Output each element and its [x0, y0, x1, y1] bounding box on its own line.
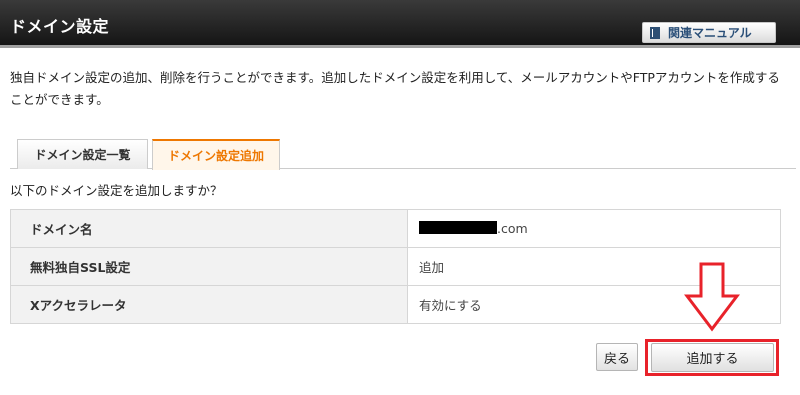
tab-domain-add[interactable]: ドメイン設定追加 [152, 139, 280, 170]
add-button[interactable]: 追加する [651, 343, 774, 372]
down-arrow-icon [684, 262, 740, 332]
tab-domain-list[interactable]: ドメイン設定一覧 [17, 139, 148, 169]
domain-tld: .com [497, 221, 528, 236]
confirm-message: 以下のドメイン設定を追加しますか？ [10, 183, 223, 198]
domain-name-value: .com [407, 209, 781, 248]
table-row: Xアクセラレータ 有効にする [10, 285, 781, 324]
back-button[interactable]: 戻る [596, 343, 638, 371]
table-row: 無料独自SSL設定 追加 [10, 247, 781, 286]
related-manual-button[interactable]: 関連マニュアル [642, 22, 776, 43]
page-title: ドメイン設定 [10, 17, 110, 36]
redacted-domain [419, 221, 497, 234]
tab-domain-add-label: ドメイン設定追加 [167, 149, 264, 163]
related-manual-label: 関連マニュアル [668, 26, 752, 40]
page-header: ドメイン設定 関連マニュアル [0, 0, 800, 48]
ssl-setting-label: 無料独自SSL設定 [10, 247, 408, 286]
x-accelerator-label: Xアクセラレータ [10, 285, 408, 324]
tab-domain-list-label: ドメイン設定一覧 [34, 148, 131, 162]
table-row: ドメイン名 .com [10, 209, 781, 248]
book-icon [650, 26, 660, 39]
domain-name-label: ドメイン名 [10, 209, 408, 248]
page-description: 独自ドメイン設定の追加、削除を行うことができます。追加したドメイン設定を利用して… [10, 70, 780, 107]
domain-settings-table: ドメイン名 .com 無料独自SSL設定 追加 Xアクセラレータ 有効にする [10, 209, 781, 324]
